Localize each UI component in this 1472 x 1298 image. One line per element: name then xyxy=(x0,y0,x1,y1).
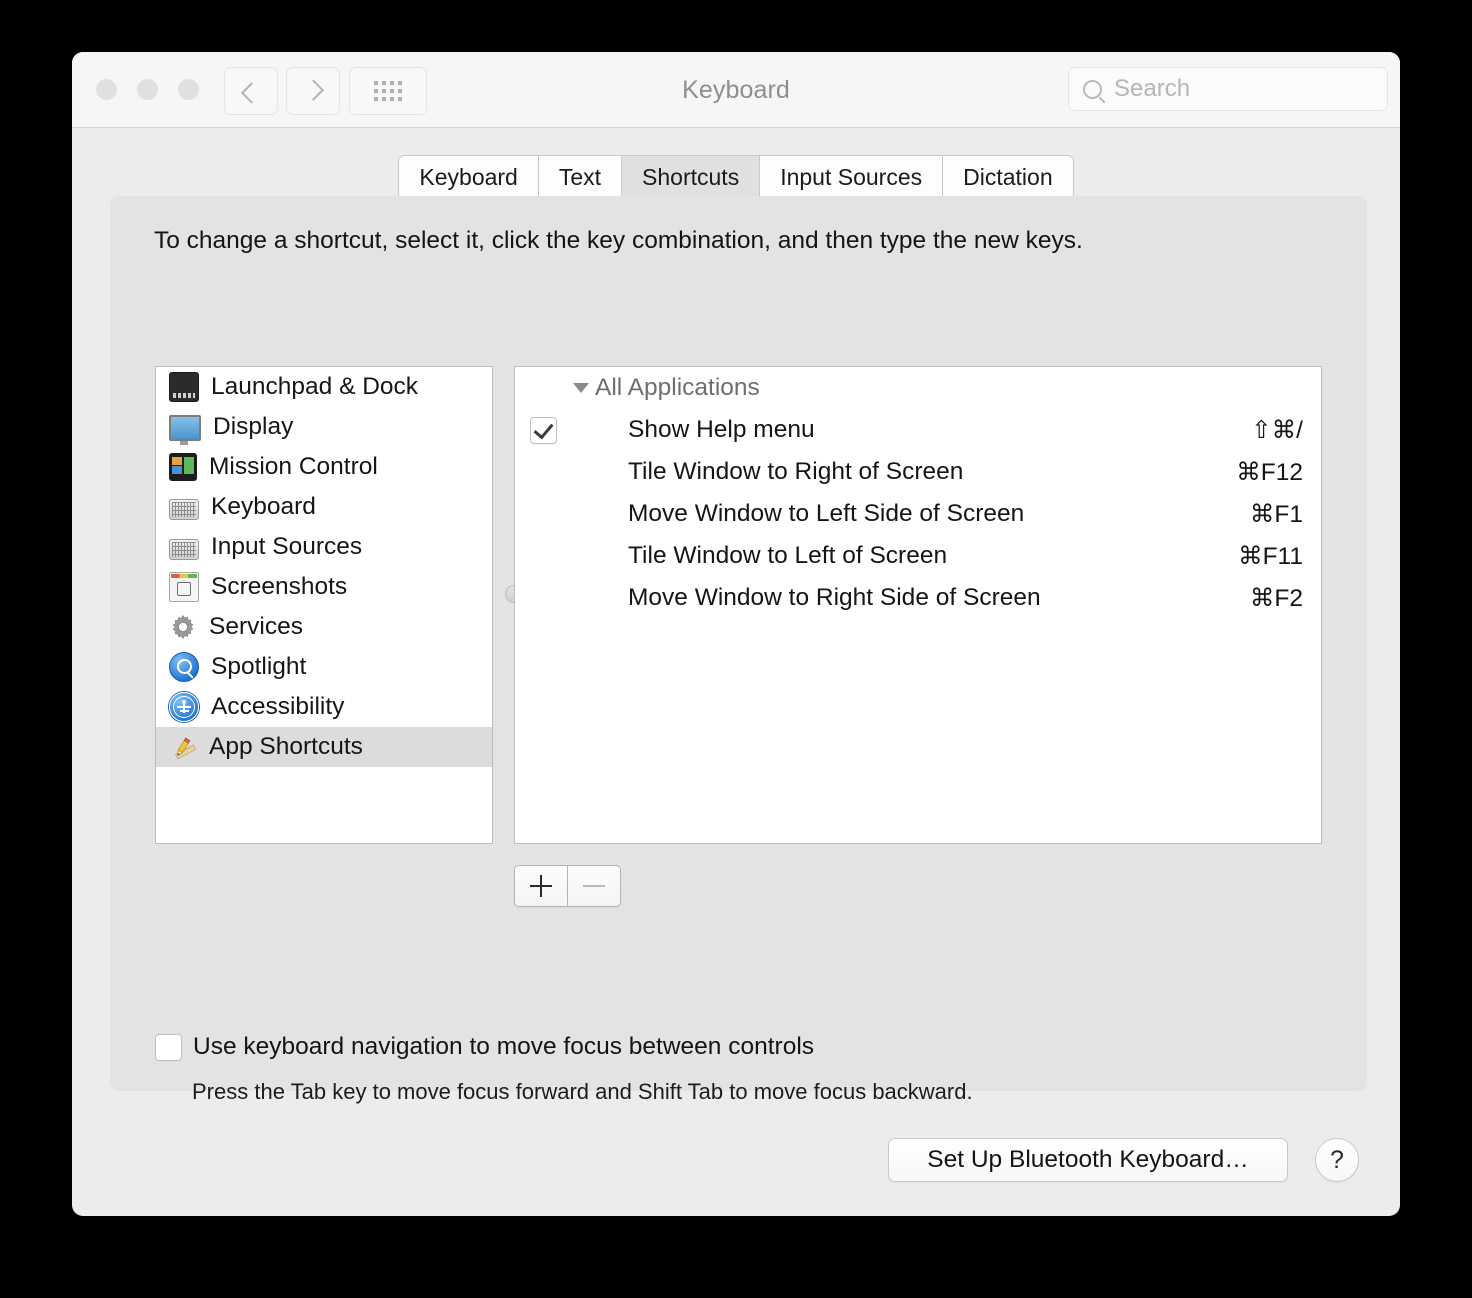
shortcut-key[interactable]: ⇧⌘/ xyxy=(1251,415,1303,445)
keyboard-navigation-row[interactable]: Use keyboard navigation to move focus be… xyxy=(155,1033,814,1061)
sidebar-item-keyboard[interactable]: Keyboard xyxy=(156,487,492,527)
sidebar-item-services[interactable]: Services xyxy=(156,607,492,647)
preferences-window: Keyboard Search Keyboard Text Shortcuts … xyxy=(72,52,1400,1216)
keyboard-navigation-label: Use keyboard navigation to move focus be… xyxy=(193,1033,815,1060)
shortcut-name: Show Help menu xyxy=(628,416,815,443)
sidebar-item-label: Launchpad & Dock xyxy=(211,373,419,400)
shortcuts-panel: To change a shortcut, select it, click t… xyxy=(110,196,1367,1104)
sidebar-item-label: Input Sources xyxy=(211,533,363,560)
window-titlebar: Keyboard Search xyxy=(72,52,1400,128)
shortcut-list[interactable]: All Applications Show Help menu ⇧⌘/ Tile… xyxy=(514,366,1322,844)
shortcut-row[interactable]: Move Window to Right Side of Screen ⌘F2 xyxy=(515,577,1321,619)
shortcut-name: Tile Window to Right of Screen xyxy=(628,458,964,485)
sidebar-item-label: Accessibility xyxy=(211,693,345,720)
sidebar-item-label: Keyboard xyxy=(211,493,316,520)
sidebar-item-screenshots[interactable]: Screenshots xyxy=(156,567,492,607)
remove-shortcut-button[interactable] xyxy=(568,866,620,906)
display-icon xyxy=(169,415,201,445)
shortcut-name: Tile Window to Left of Screen xyxy=(628,542,948,569)
shortcut-checkbox[interactable] xyxy=(530,417,557,444)
tab-text[interactable]: Text xyxy=(538,156,623,198)
tab-input-sources[interactable]: Input Sources xyxy=(760,156,944,198)
tab-shortcuts[interactable]: Shortcuts xyxy=(622,156,761,198)
panel-hint-text: To change a shortcut, select it, click t… xyxy=(154,227,1083,254)
shortcut-row[interactable]: Move Window to Left Side of Screen ⌘F1 xyxy=(515,493,1321,535)
keyboard-navigation-checkbox[interactable] xyxy=(155,1033,182,1061)
add-remove-button-group xyxy=(514,865,621,907)
shortcut-name: Move Window to Left Side of Screen xyxy=(628,500,1025,527)
shortcut-row[interactable]: Tile Window to Left of Screen ⌘F11 xyxy=(515,535,1321,577)
sidebar-item-spotlight[interactable]: Spotlight xyxy=(156,647,492,687)
sidebar-item-mission-control[interactable]: Mission Control xyxy=(156,447,492,487)
shortcut-key[interactable]: ⌘F11 xyxy=(1238,541,1303,571)
sidebar-item-label: Display xyxy=(213,413,294,440)
shortcut-key[interactable]: ⌘F1 xyxy=(1250,499,1303,529)
help-button[interactable]: ? xyxy=(1315,1138,1359,1182)
sidebar-item-accessibility[interactable]: Accessibility xyxy=(156,687,492,727)
search-icon xyxy=(1083,79,1102,99)
keyboard-icon xyxy=(169,498,199,520)
shortcut-group-header[interactable]: All Applications xyxy=(515,367,1321,409)
set-up-bluetooth-keyboard-button[interactable]: Set Up Bluetooth Keyboard… xyxy=(888,1138,1288,1182)
sidebar-item-label: Spotlight xyxy=(211,653,307,680)
sidebar-item-input-sources[interactable]: Input Sources xyxy=(156,527,492,567)
sidebar-item-label: Services xyxy=(209,613,303,640)
keyboard-navigation-description: Press the Tab key to move focus forward … xyxy=(192,1079,973,1104)
sidebar-item-app-shortcuts[interactable]: App Shortcuts xyxy=(156,727,492,767)
search-input[interactable]: Search xyxy=(1068,67,1388,111)
screenshots-icon xyxy=(169,572,199,602)
app-shortcuts-icon xyxy=(169,733,197,761)
sidebar-item-display[interactable]: Display xyxy=(156,407,492,447)
disclosure-triangle-icon[interactable] xyxy=(573,383,589,393)
shortcut-row[interactable]: Tile Window to Right of Screen ⌘F12 xyxy=(515,451,1321,493)
minus-icon xyxy=(583,884,605,888)
accessibility-icon xyxy=(169,692,199,722)
tab-bar: Keyboard Text Shortcuts Input Sources Di… xyxy=(72,155,1400,199)
shortcut-row[interactable]: Show Help menu ⇧⌘/ xyxy=(515,409,1321,451)
shortcut-category-list[interactable]: Launchpad & Dock Display Mission Control… xyxy=(155,366,493,844)
launchpad-dock-icon xyxy=(169,372,199,402)
shortcut-key[interactable]: ⌘F2 xyxy=(1250,583,1303,613)
mission-control-icon xyxy=(169,453,197,481)
search-placeholder: Search xyxy=(1114,75,1191,102)
plus-icon xyxy=(530,875,552,897)
sidebar-item-label: App Shortcuts xyxy=(209,733,363,760)
shortcut-group-label: All Applications xyxy=(595,374,760,401)
sidebar-item-label: Mission Control xyxy=(209,453,378,480)
spotlight-icon xyxy=(169,652,199,682)
gear-icon xyxy=(169,613,197,641)
sidebar-item-launchpad-dock[interactable]: Launchpad & Dock xyxy=(156,367,492,407)
shortcut-name: Move Window to Right Side of Screen xyxy=(628,584,1041,611)
add-shortcut-button[interactable] xyxy=(515,866,568,906)
tab-group: Keyboard Text Shortcuts Input Sources Di… xyxy=(398,155,1074,199)
input-sources-icon xyxy=(169,538,199,560)
shortcut-key[interactable]: ⌘F12 xyxy=(1236,457,1303,487)
tab-keyboard[interactable]: Keyboard xyxy=(399,156,539,198)
sidebar-item-label: Screenshots xyxy=(211,573,348,600)
tab-dictation[interactable]: Dictation xyxy=(943,156,1073,198)
